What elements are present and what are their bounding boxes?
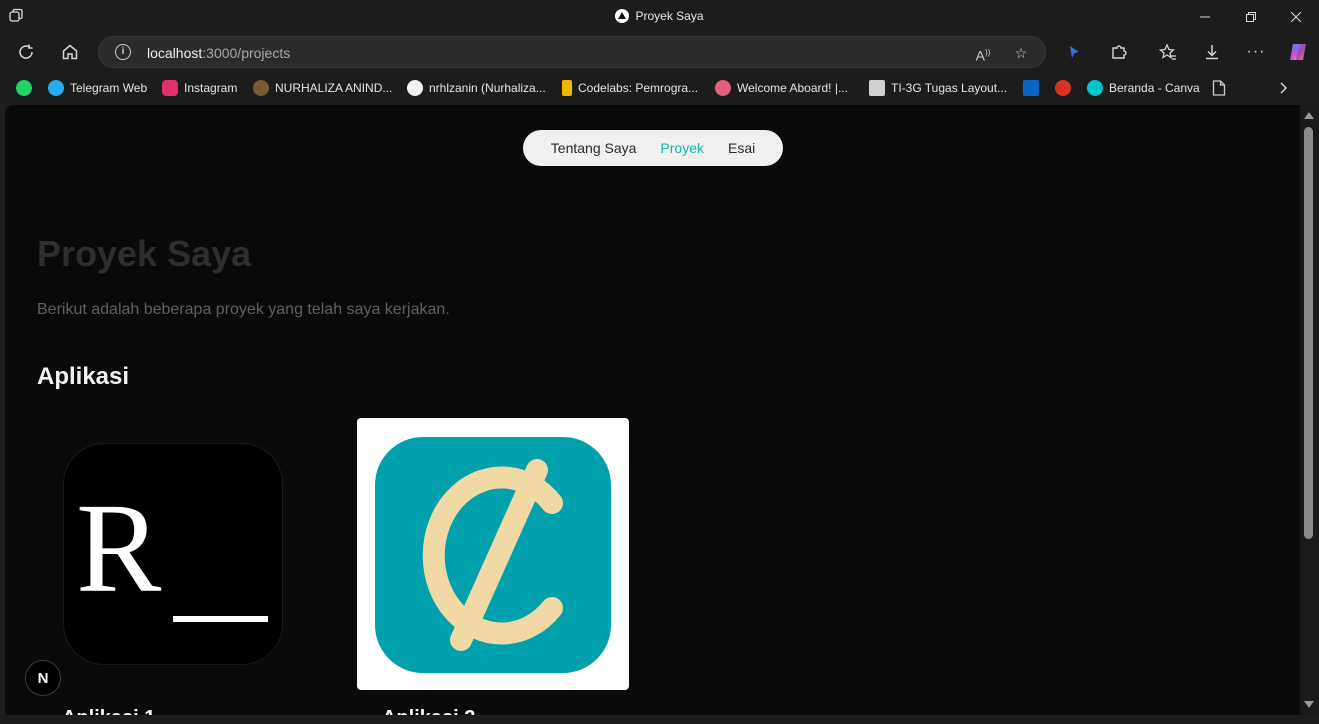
bookmark-whatsapp[interactable] bbox=[16, 79, 38, 97]
whatsapp-icon bbox=[16, 80, 32, 96]
bookmark-welcome[interactable]: Welcome Aboard! |... bbox=[715, 79, 848, 97]
page-icon bbox=[1212, 80, 1226, 96]
downloads-button[interactable] bbox=[1198, 38, 1226, 66]
project-1-logo[interactable]: R bbox=[64, 444, 282, 664]
bookmark-canva[interactable]: Beranda - Canva bbox=[1087, 79, 1200, 97]
refresh-button[interactable] bbox=[12, 38, 40, 66]
bookmark-github[interactable]: nrhlzanin (Nurhaliza... bbox=[407, 79, 546, 97]
nav-tentang-saya[interactable]: Tentang Saya bbox=[551, 140, 637, 156]
linkedin-icon bbox=[1023, 80, 1039, 96]
extensions-button[interactable] bbox=[1105, 38, 1133, 66]
scroll-down-icon[interactable] bbox=[1304, 701, 1314, 708]
home-icon bbox=[62, 44, 78, 60]
window-bottom-edge bbox=[0, 715, 1319, 724]
favorites-icon bbox=[1159, 43, 1176, 60]
favorites-button[interactable] bbox=[1154, 38, 1182, 66]
telegram-icon bbox=[48, 80, 64, 96]
university-icon bbox=[253, 80, 269, 96]
more-menu-button[interactable]: ··· bbox=[1242, 38, 1270, 66]
restore-icon bbox=[1246, 11, 1256, 22]
refresh-icon bbox=[19, 44, 33, 59]
puzzle-icon bbox=[1112, 45, 1127, 59]
canva-icon bbox=[1087, 80, 1103, 96]
project-2-label[interactable]: Aplikasi 2 bbox=[382, 707, 475, 715]
url-text[interactable]: localhost:3000/projects bbox=[147, 45, 290, 61]
site-info-icon[interactable]: i bbox=[115, 44, 131, 60]
classroom-icon bbox=[869, 80, 885, 96]
ellipsis-icon: ··· bbox=[1246, 43, 1266, 60]
section-title-aplikasi: Aplikasi bbox=[37, 363, 130, 390]
page-title: Proyek Saya bbox=[37, 233, 252, 274]
minimize-icon bbox=[1200, 16, 1210, 17]
brain-icon bbox=[715, 80, 731, 96]
home-button[interactable] bbox=[56, 38, 84, 66]
favorite-star-icon[interactable]: ☆ bbox=[1011, 43, 1031, 63]
bookmark-calendar[interactable] bbox=[1055, 79, 1077, 97]
cent-logo-icon bbox=[375, 437, 611, 673]
copilot-icon bbox=[1290, 44, 1306, 60]
bookmark-linkedin[interactable] bbox=[1023, 79, 1045, 97]
bookmarks-overflow-button[interactable] bbox=[1278, 79, 1288, 97]
top-nav: Tentang Saya Proyek Esai bbox=[523, 130, 783, 166]
window-title: Proyek Saya bbox=[0, 9, 1319, 23]
codelabs-icon bbox=[562, 80, 572, 96]
page-scrollbar[interactable] bbox=[1300, 105, 1319, 715]
download-icon bbox=[1206, 45, 1218, 60]
page-description: Berikut adalah beberapa proyek yang tela… bbox=[37, 301, 450, 318]
bookmark-instagram[interactable]: Instagram bbox=[162, 79, 237, 97]
calendar-icon bbox=[1055, 80, 1071, 96]
project-1-logo-text: R bbox=[76, 477, 162, 619]
nav-esai[interactable]: Esai bbox=[728, 140, 755, 156]
project-2-logo[interactable] bbox=[357, 418, 629, 690]
browser-toolbar: i localhost:3000/projects A)) ☆ ··· bbox=[0, 33, 1319, 71]
copilot-button[interactable] bbox=[1284, 38, 1312, 66]
nextjs-dev-badge[interactable]: N bbox=[25, 660, 61, 696]
chevron-right-icon bbox=[1280, 82, 1288, 94]
close-button[interactable] bbox=[1273, 0, 1319, 33]
bookmark-codelabs[interactable]: Codelabs: Pemrogra... bbox=[562, 79, 698, 97]
instagram-icon bbox=[162, 80, 178, 96]
restore-button[interactable] bbox=[1228, 0, 1274, 33]
vercel-tab-icon bbox=[615, 9, 630, 23]
read-aloud-icon[interactable]: A)) bbox=[973, 43, 993, 64]
scrollbar-thumb[interactable] bbox=[1304, 127, 1313, 539]
bookmarks-bar: Telegram Web Instagram NURHALIZA ANIND..… bbox=[0, 71, 1319, 105]
extension-cursor-button[interactable] bbox=[1060, 38, 1088, 66]
scroll-up-icon[interactable] bbox=[1304, 112, 1314, 119]
page-viewport: Tentang Saya Proyek Esai Proyek Saya Ber… bbox=[5, 105, 1300, 715]
github-icon bbox=[407, 80, 423, 96]
minimize-button[interactable] bbox=[1182, 0, 1228, 33]
bookmark-classroom[interactable]: TI-3G Tugas Layout... bbox=[869, 79, 1007, 97]
window-titlebar: Proyek Saya bbox=[0, 0, 1319, 33]
nav-proyek[interactable]: Proyek bbox=[660, 140, 704, 156]
bookmark-page[interactable] bbox=[1212, 79, 1226, 97]
project-1-label[interactable]: Aplikasi 1 bbox=[62, 707, 155, 715]
close-icon bbox=[1291, 11, 1301, 22]
project-1-logo-underscore bbox=[173, 616, 268, 622]
bookmark-university[interactable]: NURHALIZA ANIND... bbox=[253, 79, 392, 97]
address-bar[interactable]: i localhost:3000/projects A)) ☆ bbox=[98, 36, 1046, 68]
cursor-extension-icon bbox=[1070, 46, 1079, 58]
bookmark-telegram[interactable]: Telegram Web bbox=[48, 79, 147, 97]
